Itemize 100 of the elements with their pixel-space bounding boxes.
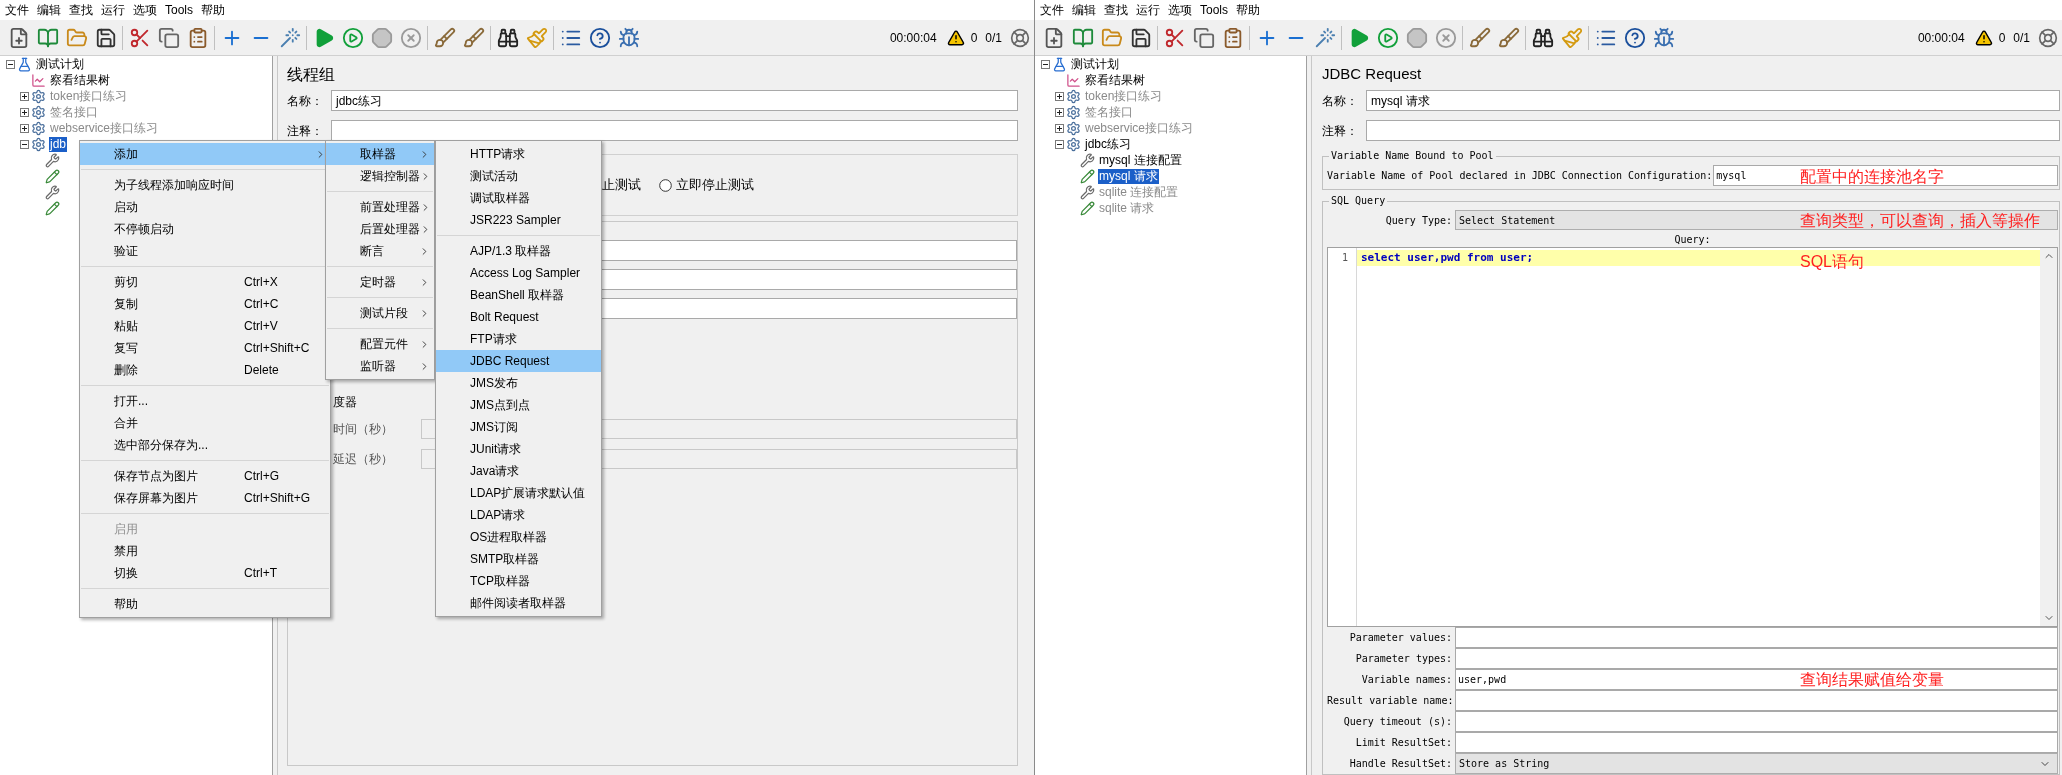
menu-item[interactable]: 定时器 xyxy=(326,271,434,293)
menu-item[interactable]: Access Log Sampler xyxy=(436,262,601,284)
menu-bar-item[interactable]: 文件 xyxy=(1036,2,1068,18)
tree-item[interactable]: mysql 连接配置 xyxy=(1098,152,1183,168)
collapse-toggle-icon[interactable] xyxy=(1040,59,1050,69)
menu-item[interactable]: TCP取样器 xyxy=(436,570,601,592)
menu-item[interactable]: JUnit请求 xyxy=(436,438,601,460)
warning-icon[interactable] xyxy=(1974,28,1993,47)
menu-item[interactable]: 邮件阅读者取样器 xyxy=(436,592,601,614)
menu-item[interactable]: 断言 xyxy=(326,240,434,262)
menu-item[interactable]: 帮助 xyxy=(80,593,330,615)
menu-item[interactable]: 选中部分保存为... xyxy=(80,434,330,456)
input-field[interactable] xyxy=(1455,690,2058,711)
tree-item[interactable]: 察看结果树 xyxy=(1084,72,1146,88)
octagon-icon[interactable] xyxy=(370,26,393,49)
radio-button[interactable] xyxy=(659,178,672,192)
menu-item[interactable]: JMS发布 xyxy=(436,372,601,394)
help-icon[interactable] xyxy=(588,26,611,49)
circle-x-icon[interactable] xyxy=(399,26,422,49)
book-icon[interactable] xyxy=(36,26,59,49)
bug-icon[interactable] xyxy=(617,26,640,49)
name-field[interactable]: jdbc练习 xyxy=(331,90,1018,111)
menu-bar-item[interactable]: 选项 xyxy=(129,2,161,18)
lifebuoy-icon[interactable] xyxy=(1010,27,1030,48)
menu-bar-item[interactable]: 编辑 xyxy=(33,2,65,18)
wand-icon[interactable] xyxy=(278,26,301,49)
menu-bar-item[interactable]: 编辑 xyxy=(1068,2,1100,18)
menu-item[interactable]: JDBC Request xyxy=(436,350,601,372)
book-icon[interactable] xyxy=(1071,26,1094,49)
menu-item[interactable]: 取样器 xyxy=(326,143,434,165)
menu-item[interactable]: 逻辑控制器 xyxy=(326,165,434,187)
menu-item[interactable]: 禁用 xyxy=(80,540,330,562)
name-field[interactable]: mysql 请求 xyxy=(1366,90,2060,111)
tree-item[interactable]: 察看结果树 xyxy=(49,72,111,88)
copy-icon[interactable] xyxy=(1192,26,1215,49)
menu-item[interactable]: JSR223 Sampler xyxy=(436,209,601,231)
brush-icon[interactable] xyxy=(462,26,485,49)
menu-bar-item[interactable]: 帮助 xyxy=(197,2,229,18)
save-icon[interactable] xyxy=(94,26,117,49)
help-icon[interactable] xyxy=(1623,26,1646,49)
scrollbar[interactable] xyxy=(2040,248,2057,626)
scissors-icon[interactable] xyxy=(1163,26,1186,49)
brush-icon[interactable] xyxy=(1497,26,1520,49)
menu-item[interactable]: OS进程取样器 xyxy=(436,526,601,548)
menu-item[interactable]: 保存节点为图片 Ctrl+G xyxy=(80,465,330,487)
folder-icon[interactable] xyxy=(65,26,88,49)
play-circle-icon[interactable] xyxy=(341,26,364,49)
menu-item[interactable]: BeanShell 取样器 xyxy=(436,284,601,306)
binoculars-icon[interactable] xyxy=(496,26,519,49)
menu-bar-item[interactable]: 帮助 xyxy=(1232,2,1264,18)
menu-bar-item[interactable]: 文件 xyxy=(1,2,33,18)
warning-icon[interactable] xyxy=(946,28,965,47)
tree-item[interactable]: 测试计划 xyxy=(1070,56,1120,72)
brush-icon[interactable] xyxy=(1468,26,1491,49)
folder-icon[interactable] xyxy=(1100,26,1123,49)
menu-item[interactable]: JMS点到点 xyxy=(436,394,601,416)
menu-item[interactable]: 后置处理器 xyxy=(326,218,434,240)
wand-icon[interactable] xyxy=(1313,26,1336,49)
brush-icon[interactable] xyxy=(433,26,456,49)
menu-item[interactable]: 配置元件 xyxy=(326,333,434,355)
menu-bar-item[interactable]: 选项 xyxy=(1164,2,1196,18)
menu-bar-item[interactable]: Tools xyxy=(161,2,197,18)
menu-item[interactable]: 测试活动 xyxy=(436,165,601,187)
result-set-dropdown[interactable]: Store as String xyxy=(1455,753,2058,774)
menu-bar-item[interactable]: 查找 xyxy=(65,2,97,18)
input-field[interactable] xyxy=(600,298,1017,319)
tree-item[interactable]: mysql 请求 xyxy=(1098,168,1159,184)
binoculars-icon[interactable] xyxy=(1531,26,1554,49)
menu-item[interactable]: 前置处理器 xyxy=(326,196,434,218)
input-field[interactable] xyxy=(1455,732,2058,753)
menu-item[interactable]: 切换 Ctrl+T xyxy=(80,562,330,584)
collapse-toggle-icon[interactable] xyxy=(1054,139,1064,149)
bug-icon[interactable] xyxy=(1652,26,1675,49)
menu-item[interactable]: AJP/1.3 取样器 xyxy=(436,240,601,262)
save-icon[interactable] xyxy=(1129,26,1152,49)
tree-item[interactable]: jdbc练习 xyxy=(1084,136,1132,152)
tree-item[interactable]: 测试计划 xyxy=(35,56,85,72)
menu-bar-item[interactable]: 运行 xyxy=(1132,2,1164,18)
menu-item[interactable]: HTTP请求 xyxy=(436,143,601,165)
input-field[interactable] xyxy=(600,269,1017,290)
lifebuoy-icon[interactable] xyxy=(2038,27,2058,48)
copy-icon[interactable] xyxy=(157,26,180,49)
menu-item[interactable]: LDAP请求 xyxy=(436,504,601,526)
menu-bar-item[interactable]: Tools xyxy=(1196,2,1232,18)
menu-item[interactable]: JMS订阅 xyxy=(436,416,601,438)
menu-bar-item[interactable]: 查找 xyxy=(1100,2,1132,18)
menu-item[interactable]: Bolt Request xyxy=(436,306,601,328)
menu-item[interactable]: 调试取样器 xyxy=(436,187,601,209)
menu-item[interactable]: FTP请求 xyxy=(436,328,601,350)
menu-item[interactable]: SMTP取样器 xyxy=(436,548,601,570)
menu-item[interactable]: 监听器 xyxy=(326,355,434,377)
collapse-toggle-icon[interactable] xyxy=(5,59,15,69)
input-field[interactable] xyxy=(1455,711,2058,732)
menu-item[interactable]: 保存屏幕为图片 Ctrl+Shift+G xyxy=(80,487,330,509)
menu-item[interactable]: 合并 xyxy=(80,412,330,434)
circle-x-icon[interactable] xyxy=(1434,26,1457,49)
menu-item[interactable]: LDAP扩展请求默认值 xyxy=(436,482,601,504)
menu-item[interactable]: 测试片段 xyxy=(326,302,434,324)
collapse-toggle-icon[interactable] xyxy=(19,139,29,149)
scissors-icon[interactable] xyxy=(128,26,151,49)
